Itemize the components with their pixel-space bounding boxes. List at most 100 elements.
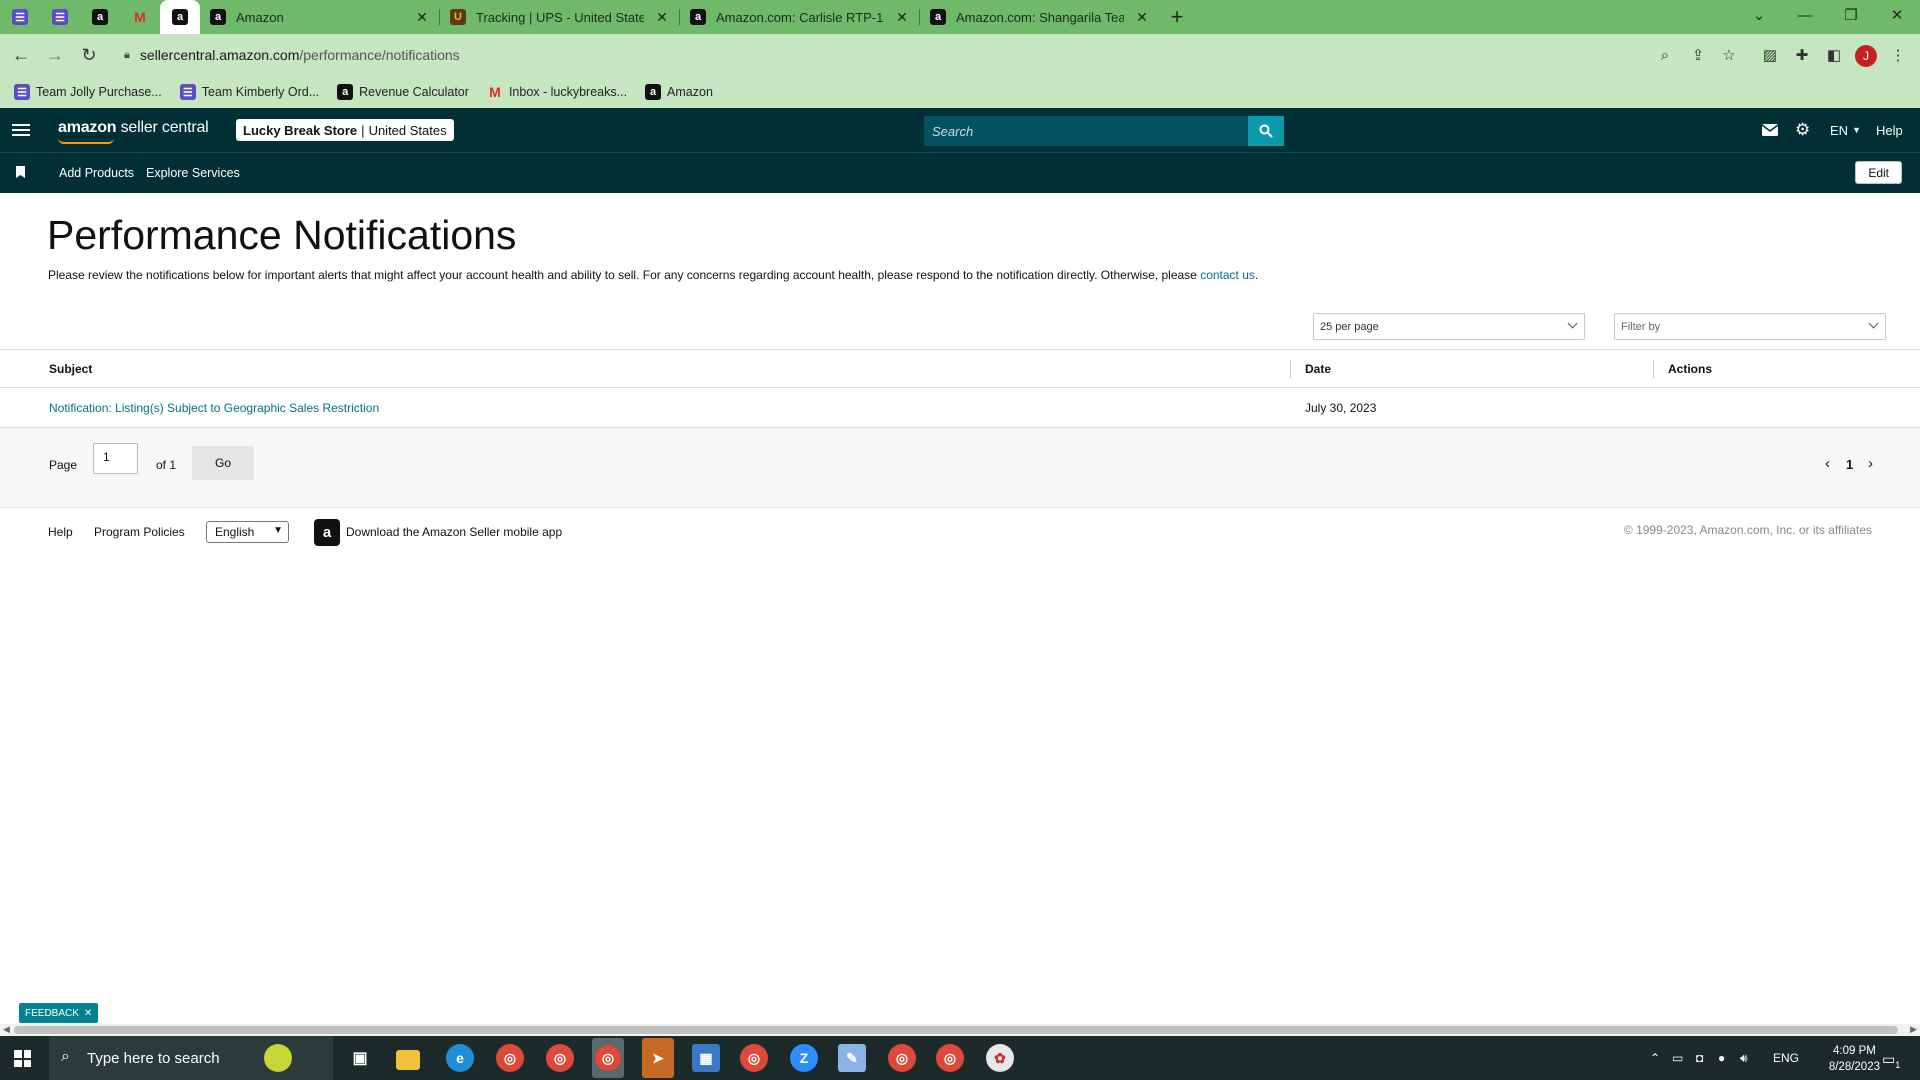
notifications-icon[interactable]: ▭1 xyxy=(1882,1051,1900,1070)
pinned-tab-list-2[interactable]: ☰ xyxy=(40,0,80,34)
bookmark-inbox[interactable]: M Inbox - luckybreaks... xyxy=(487,84,627,100)
file-explorer-icon[interactable] xyxy=(396,1050,420,1070)
task-view-icon[interactable]: ▣ xyxy=(346,1044,374,1072)
close-icon[interactable]: ✕ xyxy=(84,1008,92,1019)
forward-arrow-icon[interactable]: → xyxy=(38,38,72,72)
tab-ups-tracking[interactable]: U Tracking | UPS - United States ✕ xyxy=(440,0,680,34)
tab-amazon-carlisle[interactable]: a Amazon.com: Carlisle RTP-14 Ca ✕ xyxy=(680,0,920,34)
close-icon[interactable]: ✕ xyxy=(414,9,430,26)
help-link[interactable]: Help xyxy=(1876,118,1903,142)
seller-app-icon[interactable]: a xyxy=(314,519,340,546)
telegram-icon[interactable]: ➤ xyxy=(642,1038,674,1078)
caret-down-icon: ▼ xyxy=(273,525,283,536)
bookmark-revenue-calculator[interactable]: a Revenue Calculator xyxy=(337,84,469,100)
close-icon[interactable]: ✕ xyxy=(654,9,670,26)
seller-central-logo[interactable]: amazon seller central xyxy=(58,119,209,137)
side-panel-icon[interactable]: ◧ xyxy=(1822,43,1846,67)
chrome-profile-2-icon[interactable]: ◎ xyxy=(740,1044,768,1072)
pinned-tab-amazon[interactable]: a xyxy=(80,0,120,34)
scroll-right-icon[interactable]: ▶ xyxy=(1910,1024,1917,1035)
notification-subject-link[interactable]: Notification: Listing(s) Subject to Geog… xyxy=(49,388,379,427)
menu-dots-icon[interactable]: ⋮ xyxy=(1886,43,1910,67)
contact-us-link[interactable]: contact us xyxy=(1200,268,1255,282)
gmail-icon: M xyxy=(134,9,146,25)
page-label: Page xyxy=(49,458,78,472)
bookmark-team-kimberly[interactable]: ☰ Team Kimberly Ord... xyxy=(179,84,319,100)
horizontal-scrollbar[interactable]: ◀ ▶ xyxy=(0,1024,1920,1036)
tab-search-chevron-icon[interactable]: ⌄ xyxy=(1736,0,1782,30)
search-button[interactable] xyxy=(1248,116,1284,146)
pinned-tab-amazon-active[interactable]: a xyxy=(160,0,200,34)
tray-chevron-up-icon[interactable]: ⌃ xyxy=(1650,1051,1660,1065)
pagination-bar xyxy=(0,428,1920,507)
footer-program-policies-link[interactable]: Program Policies xyxy=(94,525,185,539)
pinned-tab-list-1[interactable]: ☰ xyxy=(0,0,40,34)
tab-amazon[interactable]: a Amazon ✕ xyxy=(200,0,440,34)
volume-icon[interactable]: 🔊︎ xyxy=(1740,1051,1748,1066)
puzzle-icon[interactable]: ✚ xyxy=(1790,43,1814,67)
taskbar-clock[interactable]: 4:09 PM 8/28/2023 xyxy=(1829,1043,1880,1075)
edit-nav-button[interactable]: Edit xyxy=(1855,161,1902,184)
current-page-number[interactable]: 1 xyxy=(1846,457,1853,472)
search-input[interactable]: Search xyxy=(924,116,1248,146)
filter-select[interactable]: Filter by xyxy=(1614,313,1886,340)
taskbar-search[interactable]: ⌕ Type here to search xyxy=(49,1036,333,1080)
network-icon[interactable]: ▭ xyxy=(1672,1051,1683,1065)
mail-icon[interactable] xyxy=(1762,118,1778,142)
per-page-select[interactable]: 25 per page xyxy=(1313,313,1585,340)
chrome-active-icon[interactable]: ◎ xyxy=(592,1038,624,1078)
list-app-icon: ☰ xyxy=(14,84,30,100)
share-icon[interactable]: ⇪ xyxy=(1686,43,1710,67)
bookmark-amazon[interactable]: a Amazon xyxy=(645,84,713,100)
close-icon[interactable]: ✕ xyxy=(1134,9,1150,26)
notepad-icon[interactable]: ✎ xyxy=(838,1044,866,1072)
chrome-profile-3-icon[interactable]: ◎ xyxy=(888,1044,916,1072)
app-icon[interactable]: ✿ xyxy=(986,1044,1014,1072)
store-switcher[interactable]: Lucky Break Store | United States xyxy=(236,119,454,141)
clock-time: 4:09 PM xyxy=(1833,1045,1876,1057)
windows-start-icon[interactable] xyxy=(14,1050,31,1067)
back-arrow-icon[interactable]: ← xyxy=(4,38,38,72)
new-tab-button[interactable]: + xyxy=(1160,0,1194,34)
address-bar[interactable]: 🔒︎ sellercentral.amazon.com/performance/… xyxy=(110,38,1696,72)
close-icon[interactable]: ✕ xyxy=(894,9,910,26)
footer-language-select[interactable]: English ▼ xyxy=(206,521,289,543)
close-window-button[interactable]: ✕ xyxy=(1874,0,1920,30)
prev-page-chevron-icon[interactable]: ‹ xyxy=(1825,455,1830,472)
nav-add-products[interactable]: Add Products xyxy=(59,166,134,180)
download-app-link[interactable]: Download the Amazon Seller mobile app xyxy=(346,525,562,539)
feedback-button[interactable]: FEEDBACK ✕ xyxy=(19,1003,99,1023)
reload-icon[interactable]: ↻ xyxy=(72,38,106,72)
pinned-tab-gmail[interactable]: M xyxy=(120,0,160,34)
zoom-app-icon[interactable]: Z xyxy=(790,1044,818,1072)
language-selector[interactable]: EN ▼ xyxy=(1830,118,1861,142)
restore-button[interactable]: ❐ xyxy=(1828,0,1874,30)
minimize-button[interactable]: — xyxy=(1782,0,1828,30)
bookmarks-bar: ☰ Team Jolly Purchase... ☰ Team Kimberly O… xyxy=(0,76,1920,108)
tab-amazon-shangarila[interactable]: a Amazon.com: Shangarila Teaspo ✕ xyxy=(920,0,1160,34)
input-language[interactable]: ENG xyxy=(1773,1051,1799,1065)
edge-icon[interactable]: e xyxy=(446,1044,474,1072)
camera-icon[interactable]: ◘ xyxy=(1696,1051,1703,1065)
calculator-icon[interactable]: ▦ xyxy=(692,1044,720,1072)
scrollbar-thumb[interactable] xyxy=(14,1026,1898,1034)
amazon-icon: a xyxy=(172,9,188,25)
hamburger-menu-icon[interactable] xyxy=(12,120,30,140)
go-button[interactable]: Go xyxy=(192,446,254,480)
nav-explore-services[interactable]: Explore Services xyxy=(146,166,240,180)
chrome-icon[interactable]: ◎ xyxy=(496,1044,524,1072)
chrome-profile-4-icon[interactable]: ◎ xyxy=(936,1044,964,1072)
chrome-profile-icon[interactable]: ◎ xyxy=(546,1044,574,1072)
footer-help-link[interactable]: Help xyxy=(48,525,73,539)
next-page-chevron-icon[interactable]: › xyxy=(1868,455,1873,472)
gear-icon[interactable]: ⚙ xyxy=(1795,118,1810,142)
bookmark-label: Inbox - luckybreaks... xyxy=(508,85,628,99)
page-number-input[interactable]: 1 xyxy=(93,443,138,474)
microphone-icon[interactable]: ● xyxy=(1718,1051,1725,1065)
zoom-icon[interactable]: ⌕ xyxy=(1653,43,1677,67)
bookmark-team-jolly[interactable]: ☰ Team Jolly Purchase... xyxy=(14,84,162,100)
extension-icon[interactable]: ▨ xyxy=(1758,43,1782,67)
profile-avatar[interactable]: J xyxy=(1855,45,1877,67)
star-icon[interactable]: ☆ xyxy=(1717,43,1741,67)
scroll-left-icon[interactable]: ◀ xyxy=(3,1024,10,1035)
